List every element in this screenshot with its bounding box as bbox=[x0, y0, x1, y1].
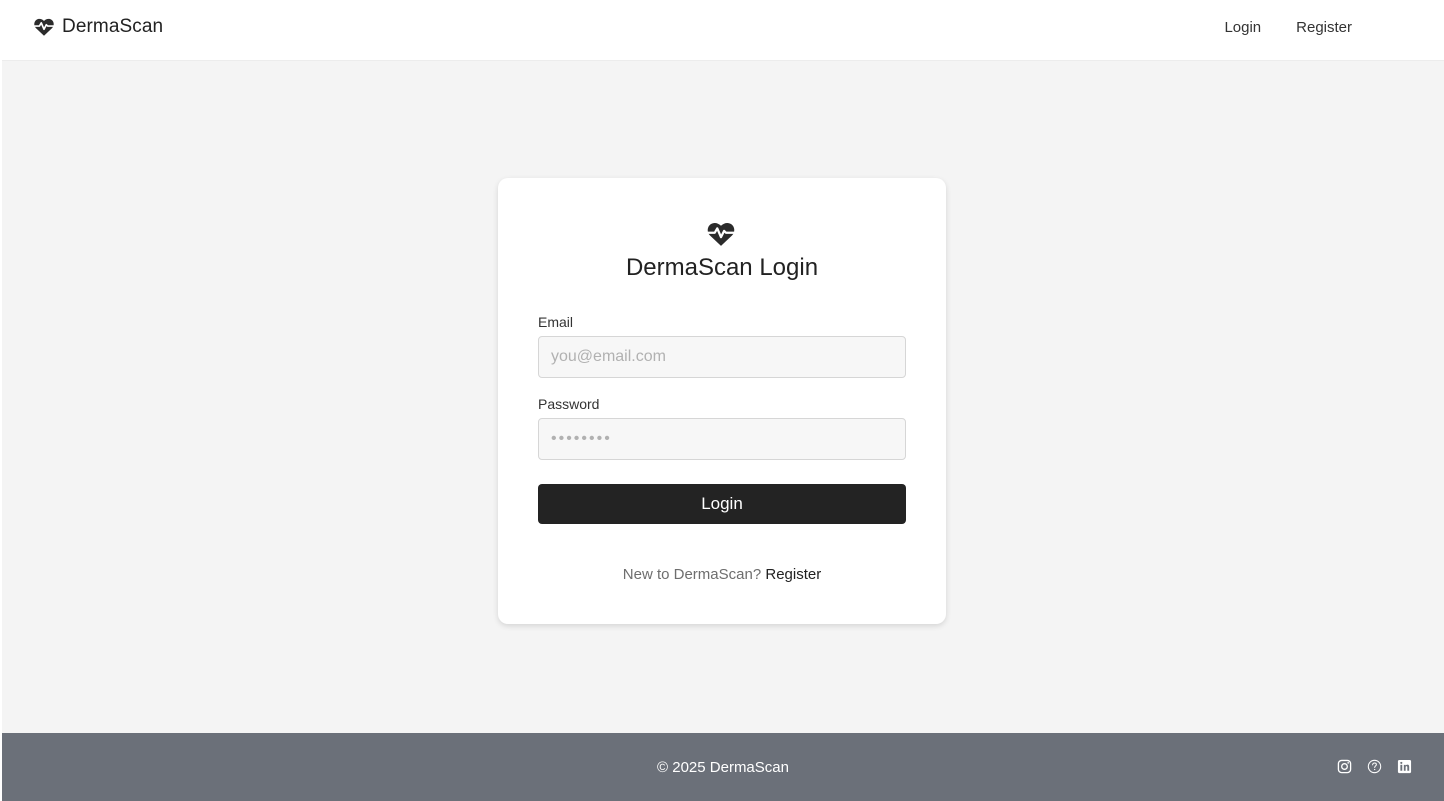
login-card: DermaScan Login Email Password Login New… bbox=[498, 178, 946, 624]
nav-register-link[interactable]: Register bbox=[1296, 19, 1352, 36]
email-input[interactable] bbox=[538, 336, 906, 378]
password-input[interactable] bbox=[538, 418, 906, 460]
nav-links: Login Register bbox=[1224, 19, 1352, 36]
login-title: DermaScan Login bbox=[625, 254, 819, 281]
linkedin-icon[interactable] bbox=[1397, 759, 1412, 774]
footer: © 2025 DermaScan bbox=[2, 733, 1444, 801]
login-button[interactable]: Login bbox=[538, 484, 906, 524]
brand-name: DermaScan bbox=[62, 16, 164, 37]
register-link[interactable]: Register bbox=[765, 566, 821, 583]
register-prompt-text: New to DermaScan? bbox=[622, 566, 762, 583]
heartbeat-icon bbox=[705, 219, 737, 249]
social-links bbox=[1337, 759, 1412, 774]
help-circle-icon[interactable] bbox=[1367, 759, 1382, 774]
brand-link[interactable]: DermaScan bbox=[33, 16, 163, 38]
nav-login-link[interactable]: Login bbox=[1224, 19, 1261, 36]
top-navbar: DermaScan Login Register bbox=[2, 0, 1444, 61]
email-label: Email bbox=[538, 314, 574, 330]
heartbeat-icon bbox=[33, 16, 55, 38]
page: DermaScan Login Register DermaScan Login… bbox=[0, 0, 1444, 801]
register-prompt: New to DermaScan? Register bbox=[498, 566, 946, 583]
instagram-icon[interactable] bbox=[1337, 759, 1352, 774]
password-label: Password bbox=[538, 396, 600, 412]
main-content: DermaScan Login Email Password Login New… bbox=[2, 61, 1444, 733]
copyright-text: © 2025 DermaScan bbox=[657, 759, 789, 776]
